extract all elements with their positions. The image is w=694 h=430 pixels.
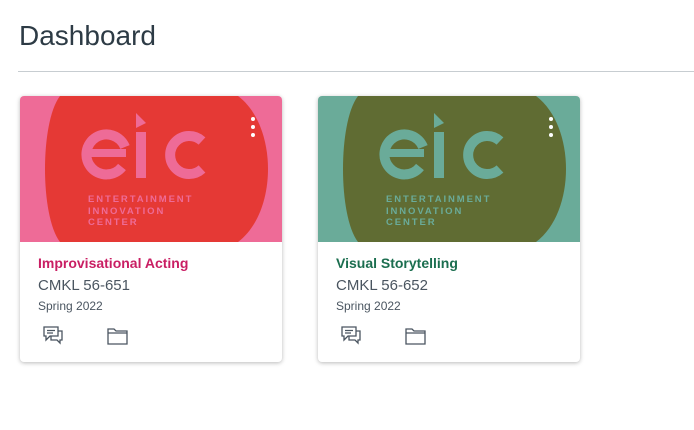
files-icon[interactable] <box>404 325 428 347</box>
course-name-link[interactable]: Improvisational Acting <box>38 255 188 271</box>
course-code: CMKL 56-652 <box>336 277 428 294</box>
course-card-hero[interactable]: ENTERTAINMENT INNOVATION CENTER <box>20 96 282 242</box>
files-icon[interactable] <box>106 325 130 347</box>
course-code: CMKL 56-651 <box>38 277 130 294</box>
header-divider <box>18 71 694 72</box>
course-term: Spring 2022 <box>336 299 401 313</box>
course-name-link[interactable]: Visual Storytelling <box>336 255 458 271</box>
more-options-icon[interactable] <box>546 115 556 139</box>
more-options-icon[interactable] <box>248 115 258 139</box>
brand-text: ENTERTAINMENT INNOVATION CENTER <box>386 194 492 228</box>
course-term: Spring 2022 <box>38 299 103 313</box>
course-card-hero[interactable]: ENTERTAINMENT INNOVATION CENTER <box>318 96 580 242</box>
brand-text: ENTERTAINMENT INNOVATION CENTER <box>88 194 194 228</box>
discussions-icon[interactable] <box>339 325 363 347</box>
page-title: Dashboard <box>19 20 156 51</box>
discussions-icon[interactable] <box>41 325 65 347</box>
course-card-visual-storytelling[interactable]: ENTERTAINMENT INNOVATION CENTER Visual S… <box>318 96 580 362</box>
course-card-improvisational-acting[interactable]: ENTERTAINMENT INNOVATION CENTER Improvis… <box>20 96 282 362</box>
